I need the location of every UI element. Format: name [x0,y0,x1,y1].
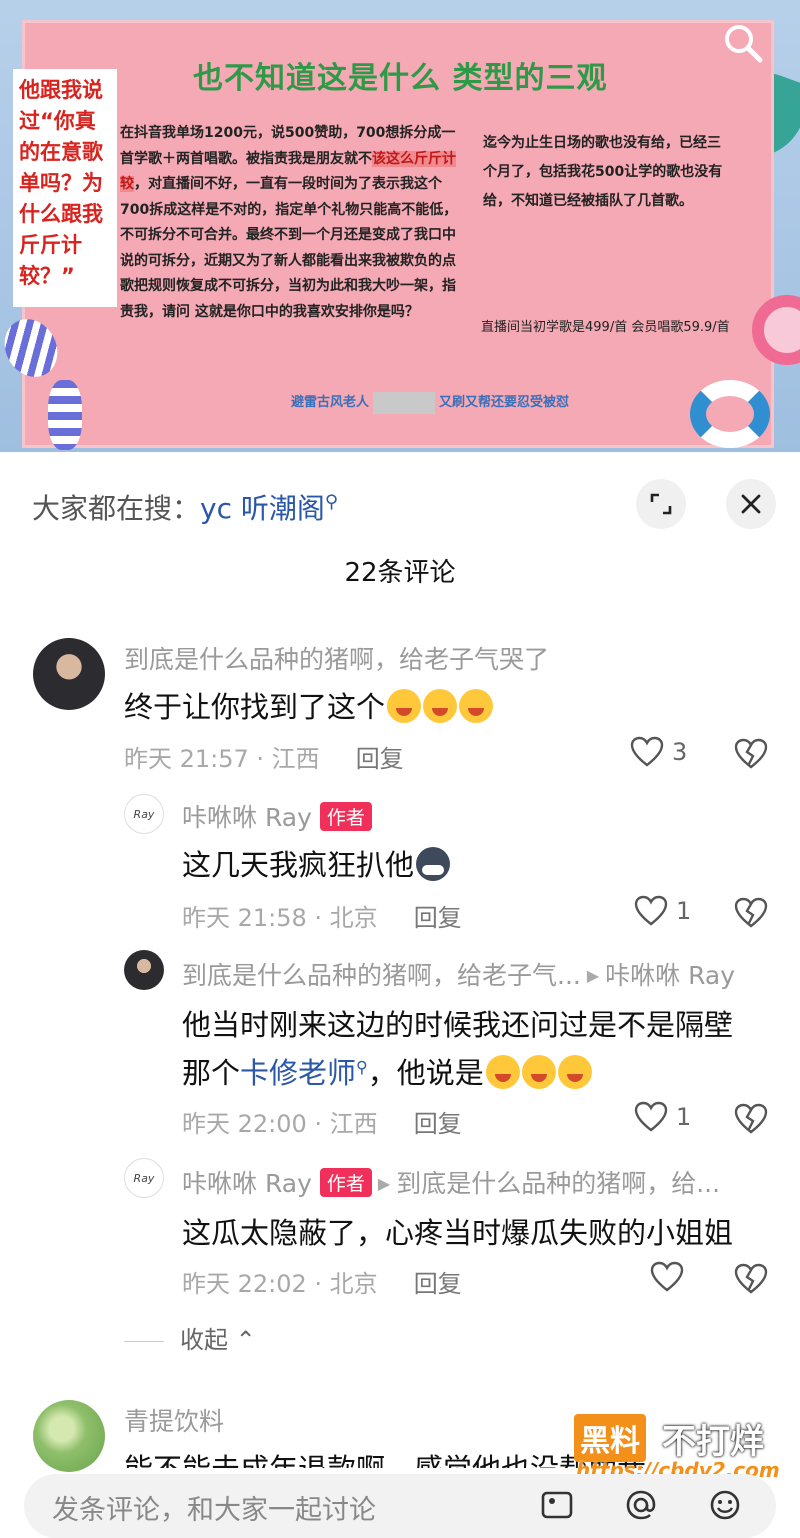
broken-heart-icon[interactable] [734,1263,768,1295]
emoji-icon[interactable] [708,1488,742,1522]
search-keyword-link: yc 听潮阁 [200,492,325,525]
watermark-text: 不打烊 [662,1422,764,1462]
at-icon[interactable] [624,1488,658,1522]
comment-meta: 昨天 21:58 · 北京 回复 [182,904,462,932]
expand-button[interactable] [636,479,686,529]
poster-title: 也不知道这是什么 类型的三观 [193,61,608,96]
like-button[interactable]: 1 [634,1101,691,1133]
laugh-cry-emoji [485,1055,520,1089]
collapse-replies-button[interactable]: 收起 ⌃ [124,1320,256,1355]
search-icon: ⚲ [324,491,339,513]
avatar[interactable] [124,950,164,990]
reply-button[interactable]: 回复 [356,745,404,773]
avatar[interactable] [33,1400,105,1472]
laugh-cry-emoji [423,689,458,723]
comment-text: 这瓜太隐蔽了，心疼当时爆瓜失败的小姐姐 [182,1216,734,1250]
like-button[interactable] [650,1261,692,1293]
comment-text: 能不能击成年退款啊，感觉他也没帮助我 [124,1446,646,1468]
author-badge: 作者 [319,1168,372,1197]
comment-text: 这几天我疯狂扒他 [182,842,451,884]
heart-icon [634,1101,668,1132]
keyword-link[interactable]: 卡修老师 [240,1056,356,1090]
like-button[interactable]: 3 [630,736,687,768]
comment-input[interactable]: 发条评论，和大家一起讨论 [24,1474,776,1538]
poster-footer: 避雷古风老人 又刷又帮还要忍受被怼 [291,391,569,414]
redacted-block [373,391,436,414]
laugh-cry-emoji [459,689,494,723]
broken-heart-icon[interactable] [734,738,768,770]
chevron-up-icon: ⌃ [228,1326,256,1354]
life-ring-decoration [690,380,770,448]
comment-input-placeholder: 发条评论，和大家一起讨论 [52,1495,376,1526]
broken-heart-icon[interactable] [734,897,768,929]
poster-board: 也不知道这是什么 类型的三观 他跟我说过“你真的在意歌单吗？为什么跟我斤斤计较？… [13,20,774,448]
poster-price-text: 直播间当初学歌是499/首 会员唱歌59.9/首 [481,320,730,335]
comment-username[interactable]: 青提饮料 [124,1402,224,1438]
laugh-cry-emoji [387,689,422,723]
search-icon: ⚲ [356,1057,368,1077]
close-icon [741,494,761,514]
flipflop-decoration [48,380,82,450]
like-count: 3 [672,738,688,766]
poster-right-text: 迄今为止生日场的歌也没有给，已经三个月了，包括我花500让学的歌也没有给，不知道… [483,135,723,209]
avatar[interactable]: Ray [124,794,164,834]
heart-icon [630,736,664,767]
image-icon[interactable] [540,1488,574,1522]
comment-username[interactable]: 咔咻咻 Ray 作者 [182,798,372,834]
close-button[interactable] [726,479,776,529]
comment-meta: 昨天 22:02 · 北京 回复 [182,1270,462,1298]
comment-text: 那个卡修老师⚲，他说是 [182,1050,592,1092]
comment-text: 终于让你找到了这个 [124,684,494,726]
comment-meta: 昨天 21:57 · 江西 回复 [124,745,404,773]
laugh-cry-emoji [557,1055,592,1089]
comment-username[interactable]: 到底是什么品种的猪啊，给老子气哭了 [124,640,549,676]
avatar[interactable] [33,638,105,710]
reply-button[interactable]: 回复 [414,1270,462,1298]
comment-text: 他当时刚来这边的时候我还问过是不是隔壁 [182,1008,734,1042]
watermark: 黑料 不打烊 https://cbdy2.com [574,1414,784,1482]
reply-arrow-icon: ▶ [377,1174,391,1193]
poster-left-text: 在抖音我单场1200元，说500赞助，700想拆分成一首学歌＋两首唱歌。被指责我… [120,125,458,320]
search-icon[interactable] [720,20,766,66]
poster-quote: 他跟我说过“你真的在意歌单吗？为什么跟我斤斤计较？” [13,69,117,307]
comment-username[interactable]: 到底是什么品种的猪啊，给老子气... ▶ 咔咻咻 Ray [182,956,735,992]
reply-button[interactable]: 回复 [414,1110,462,1138]
like-button[interactable]: 1 [634,895,691,927]
reply-arrow-icon: ▶ [586,966,600,985]
like-count: 1 [676,1103,692,1131]
comment-meta: 昨天 22:00 · 江西 回复 [182,1110,462,1138]
broken-heart-icon[interactable] [734,1103,768,1135]
divider [124,1340,164,1342]
comment-count: 22条评论 [344,558,456,588]
comment-username[interactable]: 咔咻咻 Ray 作者 ▶ 到底是什么品种的猪啊，给... [182,1164,720,1200]
watermark-badge: 黑料 [574,1414,646,1462]
heart-icon [634,895,668,926]
search-suggestion[interactable]: 大家都在搜：yc 听潮阁⚲ [32,487,338,527]
author-badge: 作者 [319,802,372,831]
heart-icon [650,1261,684,1292]
comment-sheet: 大家都在搜：yc 听潮阁⚲ 22条评论 到底是什么品种的猪啊，给老子气哭了 终于… [0,452,800,1538]
like-count: 1 [676,897,692,925]
laugh-cry-emoji [521,1055,556,1089]
dog-emoji [416,847,451,881]
reply-button[interactable]: 回复 [414,904,462,932]
post-image: 也不知道这是什么 类型的三观 他跟我说过“你真的在意歌单吗？为什么跟我斤斤计较？… [0,0,800,452]
expand-icon [650,493,672,515]
avatar[interactable]: Ray [124,1158,164,1198]
